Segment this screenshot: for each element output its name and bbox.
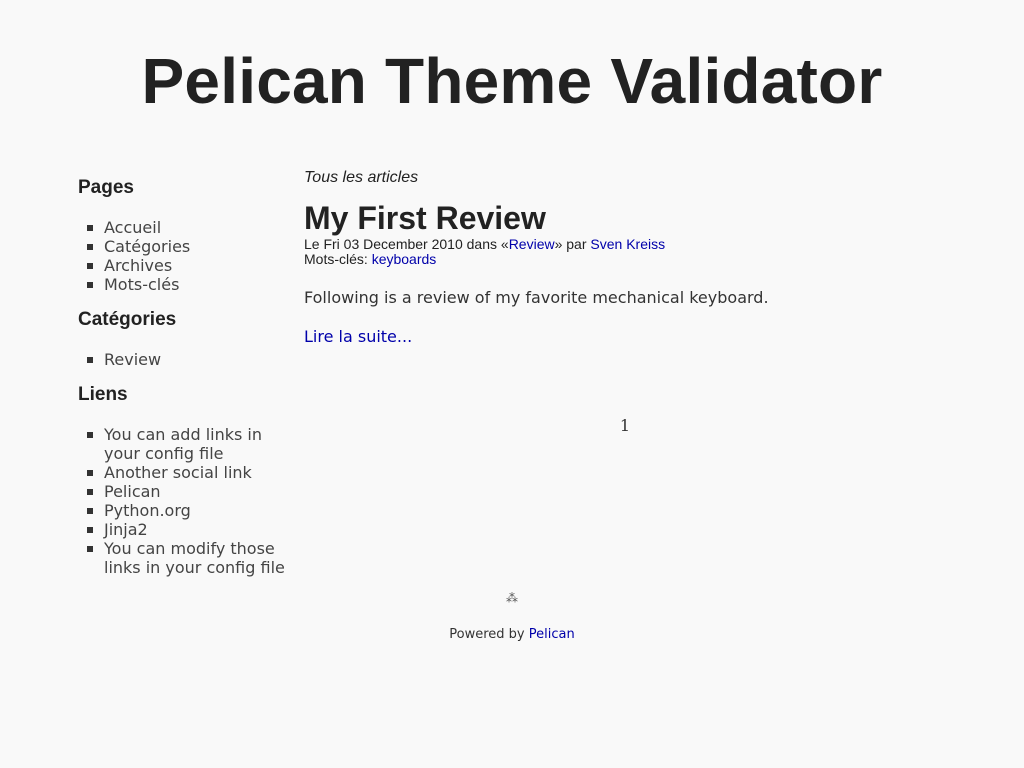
link-item-pelican[interactable]: Pelican [87, 482, 298, 501]
article-date: Le Fri 03 December 2010 dans « [304, 236, 509, 252]
pelican-icon: ⁂ [506, 591, 518, 605]
all-articles-heading: Tous les articles [304, 169, 419, 186]
author-link[interactable]: Sven Kreiss [590, 236, 665, 252]
tags-label: Mots-clés: [304, 251, 372, 267]
links-list: You can add links in your config file An… [78, 425, 298, 577]
article-tags: Mots-clés: keyboards [304, 252, 964, 267]
link-item-jinja2[interactable]: Jinja2 [87, 520, 298, 539]
pelican-footer-link[interactable]: Pelican [529, 627, 575, 642]
pages-list: Accueil Catégories Archives Mots-clés [78, 218, 298, 294]
category-item-review[interactable]: Review [87, 350, 298, 369]
pages-heading: Pages [78, 177, 134, 198]
main-content: Tous les articles My First Review Le Fri… [304, 168, 964, 347]
article-summary: Following is a review of my favorite mec… [304, 288, 769, 307]
powered-by-text: Powered by [449, 627, 529, 642]
sidebar-item-mots-cles[interactable]: Mots-clés [87, 275, 298, 294]
link-item-modify-links[interactable]: You can modify those links in your confi… [87, 539, 298, 577]
sidebar-item-accueil[interactable]: Accueil [87, 218, 298, 237]
link-item-python[interactable]: Python.org [87, 501, 298, 520]
links-heading: Liens [78, 384, 128, 405]
sidebar-item-archives[interactable]: Archives [87, 256, 298, 275]
site-title: Pelican Theme Validator [141, 45, 883, 117]
sidebar: Pages Accueil Catégories Archives Mots-c… [78, 172, 298, 587]
sidebar-item-categories[interactable]: Catégories [87, 237, 298, 256]
categories-list: Review [78, 350, 298, 369]
article-entry: My First Review Le Fri 03 December 2010 … [304, 199, 964, 347]
article-title[interactable]: My First Review [304, 199, 964, 237]
pagination: 1 [304, 416, 946, 436]
category-link[interactable]: Review [509, 236, 555, 252]
categories-heading: Catégories [78, 309, 177, 330]
author-prefix: » par [554, 236, 591, 252]
article-meta: Le Fri 03 December 2010 dans «Review» pa… [304, 237, 964, 252]
page-number-current: 1 [619, 416, 631, 435]
link-item-add-links[interactable]: You can add links in your config file [87, 425, 298, 463]
read-more-link[interactable]: Lire la suite... [304, 327, 412, 347]
footer: Powered by Pelican [0, 626, 1024, 643]
link-item-social[interactable]: Another social link [87, 463, 298, 482]
tag-link-keyboards[interactable]: keyboards [372, 251, 437, 267]
